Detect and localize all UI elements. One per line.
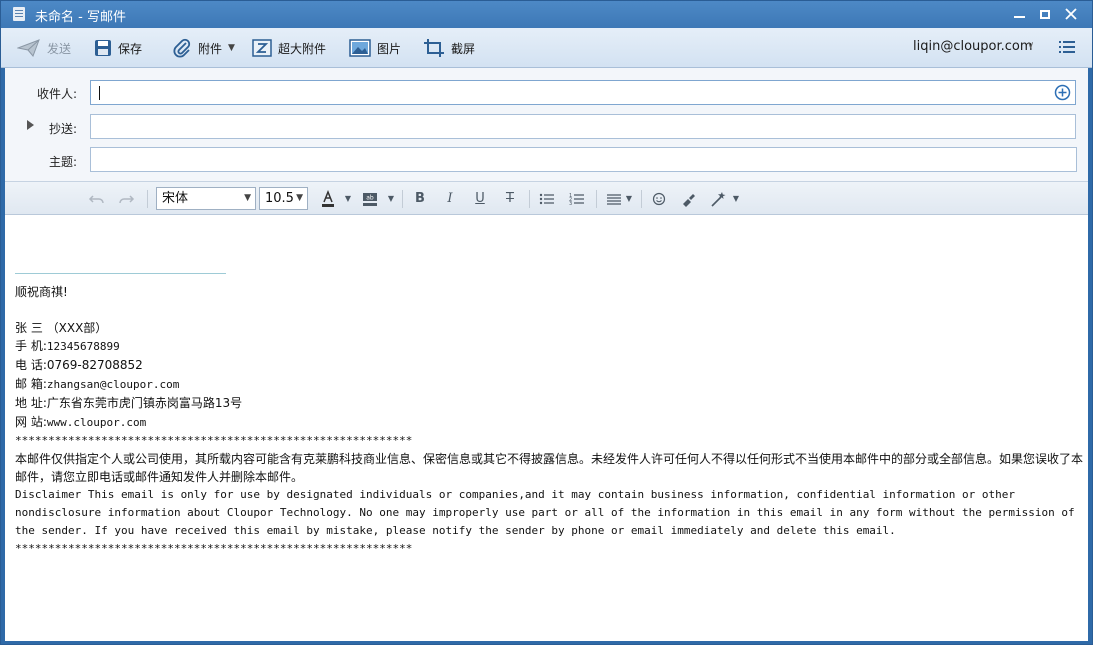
compose-header: 收件人: 抄送: 主题: [5, 68, 1088, 181]
email-label: 邮 箱: [15, 377, 47, 391]
chevron-down-icon[interactable]: ▼ [386, 190, 396, 208]
website-value: www.cloupor.com [46, 416, 147, 429]
chevron-down-icon[interactable]: ▼ [343, 190, 353, 208]
emoji-icon[interactable] [651, 190, 667, 208]
font-size-value: 10.5 [265, 191, 294, 206]
attach-label: 附件 [198, 41, 223, 56]
minimize-icon [1013, 16, 1025, 18]
disclaimer-english: Disclaimer This email is only for use by… [15, 488, 1082, 537]
maximize-button[interactable] [1035, 5, 1055, 23]
document-icon [13, 7, 25, 21]
align-icon[interactable] [606, 190, 622, 208]
chevron-down-icon: ▼ [296, 193, 303, 203]
separator [596, 190, 597, 208]
format-painter-icon[interactable] [680, 190, 696, 208]
minimize-button[interactable] [1009, 5, 1029, 23]
mobile-label: 手 机: [15, 339, 47, 353]
big-attachment-label: 超大附件 [278, 41, 327, 56]
compose-window: 未命名 - 写邮件 发送 保存 附件 ▼ 超大附件 图片 截屏 liqin@cl… [0, 0, 1093, 645]
send-label: 发送 [47, 41, 72, 56]
picture-label: 图片 [377, 41, 402, 56]
subject-label: 主题: [48, 155, 77, 169]
attach-button[interactable]: 附件 ▼ [172, 36, 235, 60]
bullet-list-icon[interactable] [539, 190, 555, 208]
send-button[interactable]: 发送 [17, 36, 71, 60]
mobile-line: 手 机:12345678899 [15, 337, 1083, 356]
font-family-select[interactable]: 宋体 ▼ [156, 187, 256, 210]
subject-field[interactable] [90, 147, 1077, 172]
star-divider-top: ****************************************… [15, 434, 413, 447]
underline-icon[interactable]: U [473, 190, 487, 208]
email-line: 邮 箱:zhangsan@cloupor.com [15, 375, 1083, 394]
window-title: 未命名 - 写邮件 [35, 10, 126, 25]
magic-wand-icon[interactable] [710, 190, 728, 208]
email-value: zhangsan@cloupor.com [46, 378, 180, 391]
big-attachment-icon [252, 39, 272, 57]
menu-list-icon[interactable] [1059, 40, 1075, 54]
separator [402, 190, 403, 208]
redo-icon[interactable] [117, 190, 135, 208]
font-size-select[interactable]: 10.5 ▼ [259, 187, 308, 210]
title-bar: 未命名 - 写邮件 [1, 1, 1092, 28]
to-label: 收件人: [36, 87, 77, 101]
send-icon [17, 39, 40, 57]
screenshot-button[interactable]: 截屏 [423, 36, 475, 60]
add-contact-icon[interactable] [1054, 84, 1071, 101]
font-family-value: 宋体 [162, 191, 189, 206]
website-line: 网 站:www.cloupor.com [15, 413, 1083, 432]
separator [147, 190, 148, 208]
address-line: 地 址:广东省东莞市虎门镇赤岗富马路13号 [15, 394, 1083, 413]
message-body-editor[interactable]: 顺祝商祺! 张 三 （XXX部） 手 机:12345678899 电 话:076… [5, 215, 1088, 641]
phone-line: 电 话:0769-82708852 [15, 356, 1083, 375]
screenshot-label: 截屏 [451, 41, 476, 56]
star-divider-bottom: ****************************************… [15, 542, 413, 555]
picture-button[interactable]: 图片 [349, 36, 401, 60]
address-value: 广东省东莞市虎门镇赤岗富马路13号 [46, 396, 243, 410]
disclaimer-chinese: 本邮件仅供指定个人或公司使用，其所载内容可能含有克莱鹏科技商业信息、保密信息或其… [15, 452, 1084, 484]
website-label: 网 站: [15, 415, 47, 429]
account-selector[interactable]: liqin@cloupor.com [913, 39, 1033, 54]
phone-value: 0769-82708852 [46, 358, 143, 372]
close-button[interactable] [1061, 5, 1081, 23]
chevron-down-icon: ▼ [228, 43, 235, 53]
to-field[interactable] [90, 80, 1076, 105]
separator [529, 190, 530, 208]
svg-text:ab: ab [366, 195, 374, 202]
chevron-down-icon[interactable]: ∨ [1027, 40, 1034, 51]
close-icon [1065, 8, 1077, 20]
strikethrough-icon[interactable]: T [503, 190, 517, 208]
main-toolbar: 发送 保存 附件 ▼ 超大附件 图片 截屏 liqin@cloupor.com … [1, 28, 1092, 68]
format-toolbar: 宋体 ▼ 10.5 ▼ ▼ ab ▼ B I U T 123 ▼ ▼ [5, 181, 1088, 215]
undo-icon[interactable] [88, 190, 106, 208]
italic-icon[interactable]: I [443, 190, 457, 208]
signature-block: 顺祝商祺! 张 三 （XXX部） 手 机:12345678899 电 话:076… [15, 283, 1083, 558]
numbered-list-icon[interactable]: 123 [569, 190, 585, 208]
font-color-icon[interactable] [321, 190, 335, 208]
address-label: 地 址: [15, 396, 47, 410]
paperclip-icon [173, 38, 191, 58]
separator [641, 190, 642, 208]
bold-icon[interactable]: B [413, 190, 427, 208]
save-icon [95, 40, 111, 56]
text-cursor [99, 86, 100, 100]
svg-text:3: 3 [569, 201, 572, 207]
save-button[interactable]: 保存 [94, 36, 142, 60]
highlight-color-icon[interactable]: ab [362, 190, 378, 208]
phone-label: 电 话: [15, 358, 47, 372]
cc-field[interactable] [90, 114, 1076, 139]
mobile-value: 12345678899 [46, 340, 120, 353]
save-label: 保存 [118, 41, 143, 56]
big-attachment-button[interactable]: 超大附件 [252, 36, 326, 60]
crop-icon [424, 39, 444, 57]
greeting: 顺祝商祺! [15, 285, 68, 299]
picture-icon [349, 39, 371, 57]
sender-name: 张 三 （XXX部） [15, 321, 108, 335]
maximize-icon [1040, 10, 1050, 19]
chevron-down-icon: ▼ [244, 193, 251, 203]
signature-divider [15, 273, 226, 274]
chevron-down-icon[interactable]: ▼ [624, 190, 634, 208]
cc-label: 抄送: [48, 122, 77, 136]
chevron-down-icon[interactable]: ▼ [731, 190, 741, 208]
